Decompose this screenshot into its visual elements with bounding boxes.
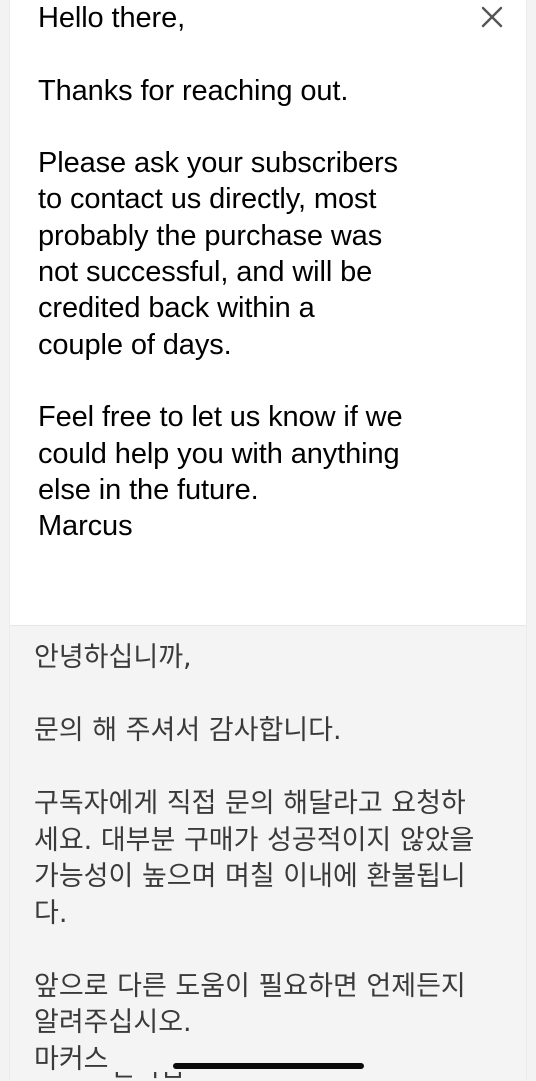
body-line: Please ask your subscribers bbox=[38, 147, 398, 180]
translated-body-line: 다. bbox=[34, 897, 68, 929]
body-line: to contact us directly, most bbox=[38, 183, 377, 216]
original-message: Hello there, Thanks for reaching out. Pl… bbox=[38, 0, 488, 544]
body-line: couple of days. bbox=[38, 328, 232, 361]
translated-message: 안녕하십니까, 문의 해 주셔서 감사합니다. 구독자에게 직접 문의 해달라고… bbox=[34, 640, 514, 1078]
translated-thanks: 문의 해 주셔서 감사합니다. bbox=[34, 715, 342, 746]
home-indicator[interactable] bbox=[173, 1063, 364, 1069]
translated-signature: 마커스 bbox=[34, 1043, 109, 1075]
cutoff-text-row: 번역됨 bbox=[110, 1072, 220, 1080]
closing-line: Feel free to let us know if we bbox=[38, 401, 403, 434]
body-line: probably the purchase was bbox=[38, 219, 383, 252]
translated-body-line: 세요. 대부분 구매가 성공적이지 않았을 bbox=[34, 824, 475, 856]
signature-text: Marcus bbox=[38, 510, 133, 543]
translated-closing-line: 알려주십시오. bbox=[34, 1007, 192, 1038]
cutoff-text: 번역됨 bbox=[110, 1072, 220, 1080]
translated-closing-line: 앞으로 다른 도움이 필요하면 언제든지 bbox=[34, 970, 466, 1002]
translated-body-line: 구독자에게 직접 문의 해달라고 요청하 bbox=[34, 788, 466, 819]
body-line: not successful, and will be bbox=[38, 256, 373, 289]
body-line: credited back within a bbox=[38, 292, 315, 325]
thanks-text: Thanks for reaching out. bbox=[38, 74, 349, 107]
closing-line: else in the future. bbox=[38, 473, 259, 506]
translated-greeting: 안녕하십니까, bbox=[34, 642, 192, 673]
translation-panel: 안녕하십니까, 문의 해 주셔서 감사합니다. 구독자에게 직접 문의 해달라고… bbox=[10, 625, 526, 1081]
translated-body-line: 가능성이 높으며 며칠 이내에 환불됩니 bbox=[34, 861, 466, 892]
greeting-text: Hello there, bbox=[38, 2, 186, 34]
closing-line: could help you with anything bbox=[38, 437, 400, 470]
